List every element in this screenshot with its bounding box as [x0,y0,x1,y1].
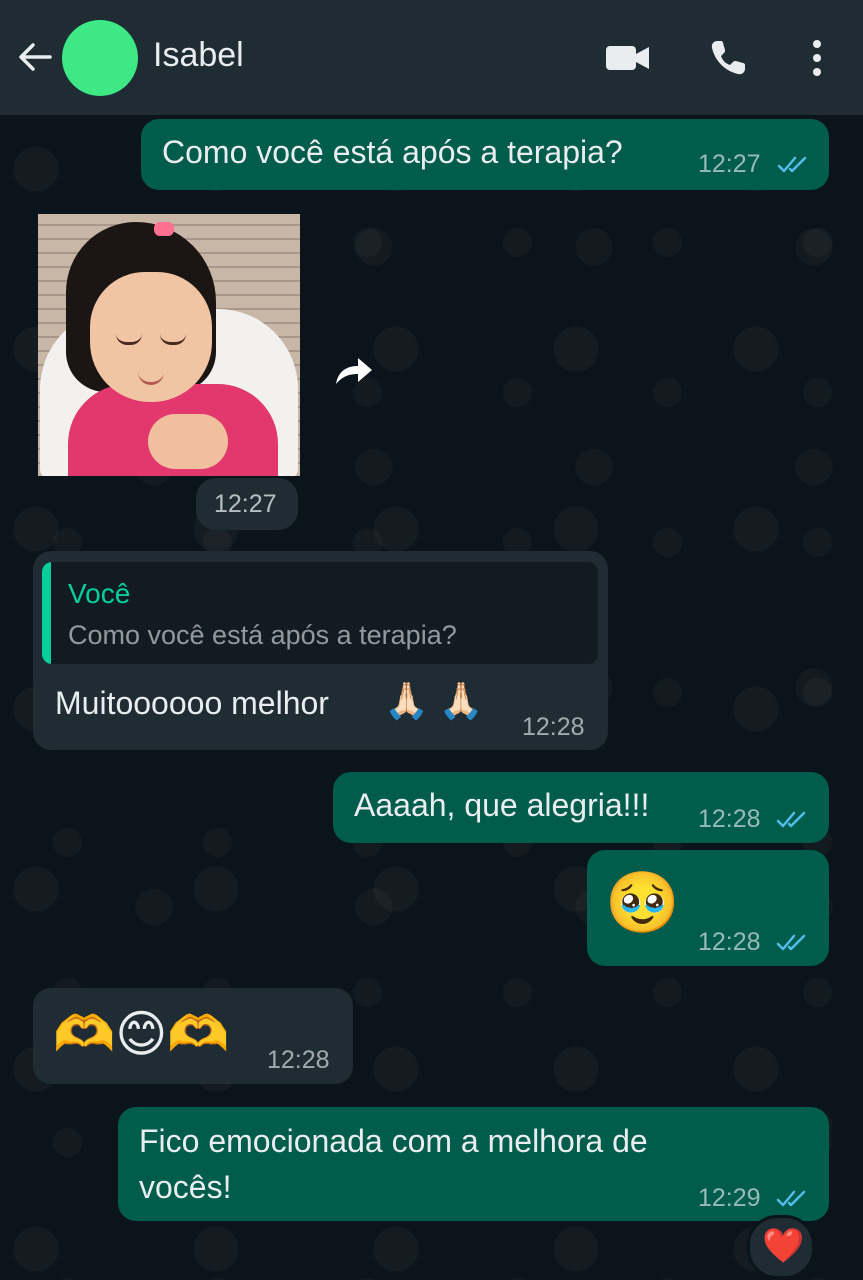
message-bubble-outgoing[interactable]: Como você está após a terapia? 12:27 [141,119,829,190]
message-time: 12:27 [214,490,277,518]
chat-header: Isabel [0,0,863,115]
message-time: 12:28 [267,1046,330,1074]
image-time-badge: 12:27 [196,478,298,530]
read-receipt-icon [777,156,807,173]
message-bubble-incoming[interactable]: 🫶😊🫶 12:28 [33,988,353,1084]
message-text: Muitoooooo melhor [55,685,329,721]
message-text: Como você está após a terapia? [162,134,623,170]
read-receipt-icon [776,1190,806,1207]
message-bubble-outgoing[interactable]: Fico emocionada com a melhora de vocês! … [118,1107,829,1221]
shared-photo[interactable] [38,214,300,476]
message-text: Aaaah, que alegria!!! [354,787,650,823]
message-time: 12:27 [698,150,761,178]
pleading-face-emoji: 🥹 [605,869,680,936]
contact-name[interactable]: Isabel [153,36,244,75]
phone-call-icon[interactable] [708,38,748,78]
reaction-badge[interactable]: ❤️ [747,1215,815,1279]
message-time: 12:28 [698,805,761,833]
heart-hands-smile-emoji: 🫶😊🫶 [53,1006,230,1062]
message-text-line-1: Fico emocionada com a melhora de [139,1123,648,1159]
avatar[interactable] [62,20,138,96]
video-call-icon[interactable] [605,42,651,74]
more-options-icon[interactable] [808,38,826,78]
read-receipt-icon [776,811,806,828]
praying-hands-emoji: 🙏🏻 🙏🏻 [384,680,484,721]
message-text-line-2: vocês! [139,1169,232,1205]
forward-icon[interactable] [332,352,376,388]
message-time: 12:29 [698,1184,761,1212]
message-bubble-outgoing[interactable]: 🥹 12:28 [587,850,829,966]
back-arrow-icon[interactable] [16,38,54,76]
message-time: 12:28 [522,713,585,741]
quoted-message[interactable]: Você Como você está após a terapia? [42,562,598,664]
message-time: 12:28 [698,928,761,956]
heart-reaction-icon: ❤️ [762,1227,805,1265]
quoted-author: Você [68,578,131,609]
read-receipt-icon [776,934,806,951]
message-bubble-outgoing[interactable]: Aaaah, que alegria!!! 12:28 [333,772,829,843]
quoted-text: Como você está após a terapia? [68,620,457,650]
